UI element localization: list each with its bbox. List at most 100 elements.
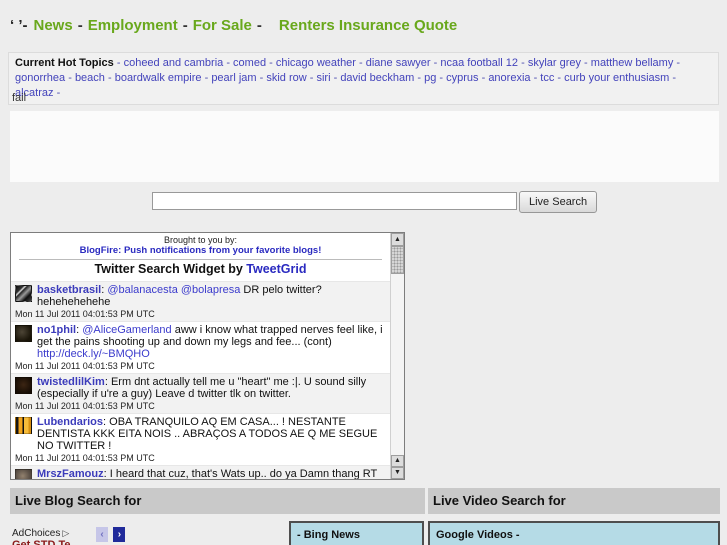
tweet-timestamp: Mon 11 Jul 2011 04:01:53 PM UTC (15, 309, 155, 319)
topic-separator: - (266, 57, 276, 69)
live-blog-search-header: Live Blog Search for (10, 488, 425, 514)
site-title-prefix: ‘ ’- (10, 17, 28, 34)
tweet-link[interactable]: @bolapresa (181, 284, 240, 296)
live-search-button[interactable]: Live Search (519, 191, 598, 213)
topic-separator: - (330, 72, 341, 84)
nav-item-renters-insurance-quote[interactable]: Renters Insurance Quote (279, 17, 457, 34)
tweet-main: Lubendarios: OBA TRANQUILO AQ EM CASA...… (14, 416, 386, 452)
topic-separator: - (306, 72, 317, 84)
tweet-timestamp: Mon 11 Jul 2011 04:01:53 PM UTC (15, 401, 155, 411)
bing-news-box: - Bing News (289, 521, 424, 545)
top-nav: ‘ ’- News - Employment - For Sale - Renters Ins… (10, 17, 457, 34)
nav-item-for-sale[interactable]: For Sale (193, 17, 252, 34)
hot-topic-beach[interactable]: beach (75, 72, 105, 84)
tweet-main: no1phil: @AliceGamerland aww i know what… (14, 324, 386, 360)
ad-text-link[interactable]: Get STD Te (12, 539, 70, 545)
topic-separator: - (355, 57, 366, 69)
tweet-username[interactable]: basketbrasil (37, 284, 101, 296)
google-videos-label: Google Videos - (436, 529, 520, 541)
topic-separator: - (201, 72, 212, 84)
topic-separator: - (223, 57, 234, 69)
topic-separator: - (669, 72, 677, 84)
topic-separator: - (256, 72, 267, 84)
tweet-main: MrszFamouz: I heard that cuz, that's Wat… (14, 468, 386, 480)
live-video-search-header: Live Video Search for (428, 488, 720, 514)
hot-topic-anorexia[interactable]: anorexia (488, 72, 530, 84)
ad-carousel-controls: ‹ › (96, 527, 126, 545)
tweet-text: MrszFamouz: I heard that cuz, that's Wat… (37, 468, 378, 480)
carousel-prev-icon[interactable]: ‹ (96, 527, 108, 542)
topic-separator: - (53, 87, 61, 99)
hot-topic-chicago-weather[interactable]: chicago weather (276, 57, 356, 69)
tweet-main: basketbrasil: @balanacesta @bolapresa DR… (14, 284, 386, 308)
tweet-link[interactable]: @AliceGamerland (82, 324, 171, 336)
tweet-link[interactable]: @balanacesta (107, 284, 178, 296)
tweet-text: twistedlilKim: Erm dnt actually tell me … (37, 376, 367, 400)
topic-separator: - (436, 72, 447, 84)
top-nav-items: News - Employment - For Sale - Renters Insuran… (34, 17, 458, 34)
hot-topic-diane-sawyer[interactable]: diane sawyer (366, 57, 431, 69)
hot-topic-matthew-bellamy[interactable]: matthew bellamy (591, 57, 674, 69)
hot-topic-skylar-grey[interactable]: skylar grey (528, 57, 581, 69)
hot-topics-separator: - (113, 57, 124, 69)
nav-separator: - (256, 17, 262, 34)
tweet-list: basketbrasil: @balanacesta @bolapresa DR… (11, 281, 390, 480)
live-search-input[interactable] (152, 192, 517, 210)
tweet-username[interactable]: MrszFamouz (37, 468, 104, 479)
tweet-main: twistedlilKim: Erm dnt actually tell me … (14, 376, 386, 400)
tweet-row: no1phil: @AliceGamerland aww i know what… (11, 321, 390, 373)
bing-news-label: - Bing News (297, 529, 360, 541)
hot-topic-coheed-and-cambria[interactable]: coheed and cambria (124, 57, 224, 69)
topic-separator: - (478, 72, 489, 84)
scroll-down-icon[interactable]: ▼ (391, 467, 404, 479)
scroll-up-icon[interactable]: ▲ (391, 233, 404, 246)
hot-topic-gonorrhea[interactable]: gonorrhea (15, 72, 65, 84)
hot-topic-david-beckham[interactable]: david beckham (340, 72, 414, 84)
hot-topic-tcc[interactable]: tcc (540, 72, 554, 84)
ad-placeholder (10, 111, 719, 182)
hot-topic-ncaa-football-12[interactable]: ncaa football 12 (440, 57, 518, 69)
google-videos-box: Google Videos - (428, 521, 720, 545)
adchoices-link[interactable]: AdChoices ▷ (12, 528, 69, 539)
avatar (15, 469, 32, 479)
carousel-next-icon[interactable]: › (113, 527, 126, 542)
topic-separator: - (673, 57, 681, 69)
topic-separator: - (65, 72, 75, 84)
tweet-row: basketbrasil: @balanacesta @bolapresa DR… (11, 281, 390, 321)
widget-title-text: Twitter Search Widget by (94, 262, 247, 276)
avatar (15, 377, 32, 394)
hot-topic-siri[interactable]: siri (316, 72, 330, 84)
topic-separator: - (518, 57, 528, 69)
tweet-username[interactable]: no1phil (37, 324, 76, 336)
tweet-username[interactable]: twistedlilKim (37, 376, 105, 388)
hot-topic-pearl-jam[interactable]: pearl jam (211, 72, 256, 84)
widget-divider (19, 259, 382, 260)
hot-topic-pg[interactable]: pg (424, 72, 436, 84)
hot-topic-comed[interactable]: comed (233, 57, 266, 69)
avatar (15, 325, 32, 342)
blogfire-link[interactable]: BlogFire: Push notifications from your f… (11, 245, 390, 256)
adchoices-icon: ▷ (62, 528, 70, 538)
tweet-username[interactable]: Lubendarios (37, 416, 103, 428)
fail-text: fail (12, 92, 27, 104)
widget-scrollbar[interactable]: ▲ ▲ ▼ (390, 233, 404, 479)
scroll-up-bottom-icon[interactable]: ▲ (391, 455, 404, 467)
tweet-text: basketbrasil: @balanacesta @bolapresa DR… (37, 284, 322, 308)
tweet-text: no1phil: @AliceGamerland aww i know what… (37, 324, 383, 360)
nav-item-news[interactable]: News (34, 17, 73, 34)
hot-topic-boardwalk-empire[interactable]: boardwalk empire (115, 72, 202, 84)
scrollbar-thumb[interactable] (391, 246, 404, 274)
tweet-timestamp: Mon 11 Jul 2011 04:01:53 PM UTC (15, 453, 155, 463)
hot-topic-skid-row[interactable]: skid row (266, 72, 306, 84)
nav-item-employment[interactable]: Employment (88, 17, 178, 34)
nav-separator: - (77, 17, 83, 34)
twitter-widget: Brought to you by: BlogFire: Push notifi… (10, 232, 405, 480)
topic-separator: - (530, 72, 541, 84)
tweet-row: twistedlilKim: Erm dnt actually tell me … (11, 373, 390, 413)
topic-separator: - (554, 72, 565, 84)
avatar (15, 417, 32, 434)
hot-topic-curb-your-enthusiasm[interactable]: curb your enthusiasm (564, 72, 669, 84)
tweet-link[interactable]: http://deck.ly/~BMQHO (37, 348, 150, 360)
hot-topic-cyprus[interactable]: cyprus (446, 72, 478, 84)
tweetgrid-link[interactable]: TweetGrid (246, 262, 306, 276)
